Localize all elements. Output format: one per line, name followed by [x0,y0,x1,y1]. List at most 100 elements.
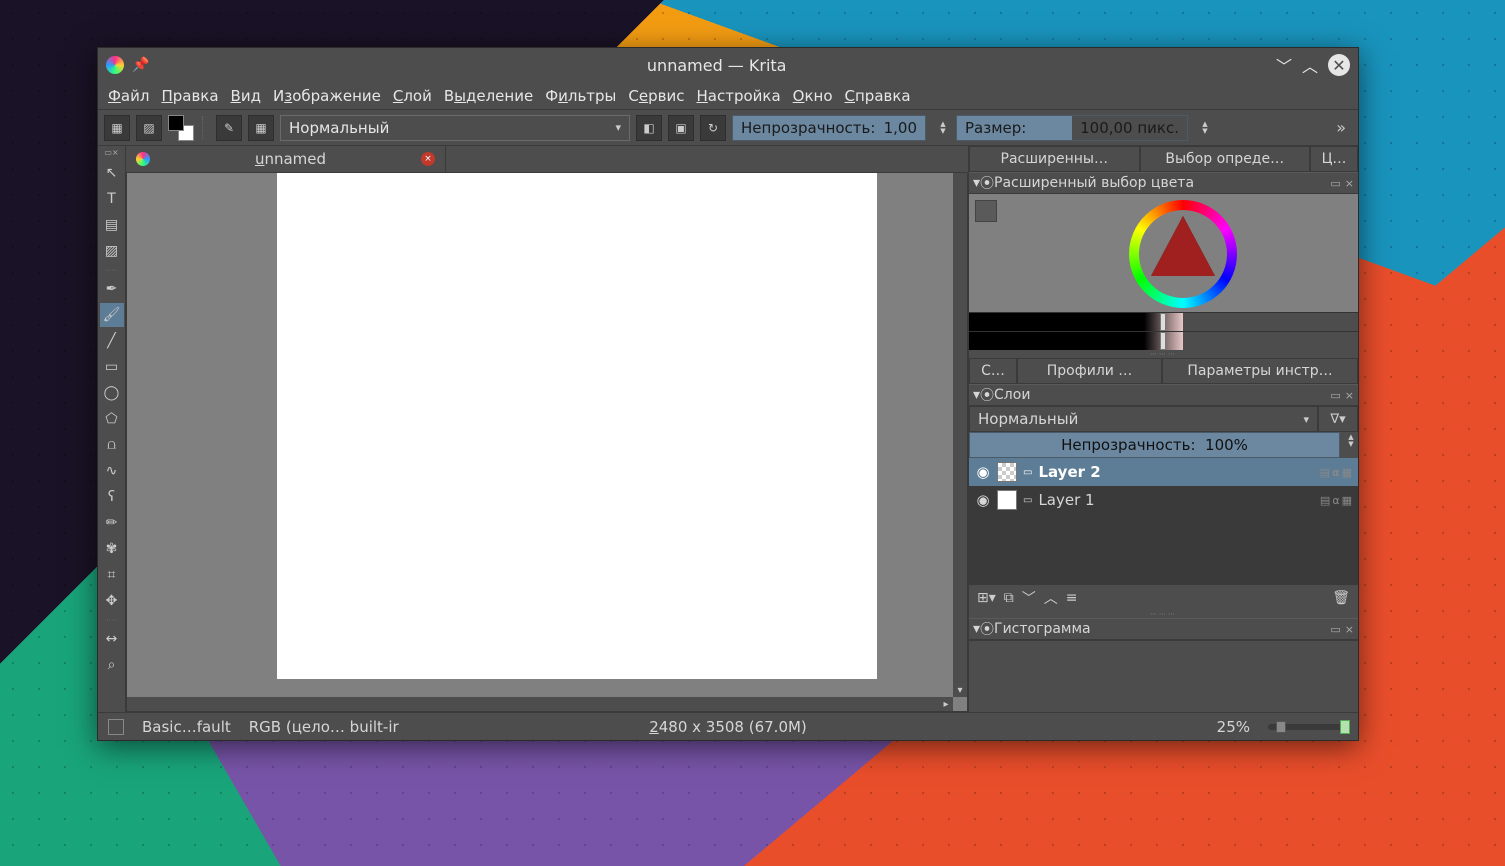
canvas-page[interactable] [277,173,877,679]
tool-gradient-edit[interactable]: ▨ [100,239,124,263]
tab-advanced[interactable]: Расширенны… [969,146,1140,172]
panel-split-handle-2[interactable]: ⋯⋯⋯ [969,610,1358,618]
maximize-button[interactable]: ︿ [1302,53,1318,77]
opacity-slider[interactable]: Непрозрачность: 1,00 [732,115,926,141]
scrollbar-horizontal[interactable]: ▸ [127,697,953,711]
reload-preset-button[interactable]: ↻ [700,115,726,141]
tab-s[interactable]: С… [969,358,1017,384]
picker-mode-button[interactable] [975,200,997,222]
layer-name[interactable]: Layer 2 [1038,463,1100,481]
tool-bezier[interactable]: ∿ [100,459,124,483]
layer-item-1[interactable]: ◉ ▭ Layer 1 ▤α▦ [969,486,1358,514]
status-brush[interactable]: Basic…fault [142,718,231,736]
panel-split-handle[interactable]: ⋯⋯⋯ [969,350,1358,358]
tool-move[interactable]: ↖ [100,161,124,185]
size-spin[interactable]: ▲▼ [1198,121,1212,135]
blend-mode-select[interactable]: Нормальный [280,115,630,141]
layer-name[interactable]: Layer 1 [1038,491,1094,509]
menu-window[interactable]: Окно [793,87,833,105]
close-dock-icon[interactable]: × [1345,623,1354,636]
gradient-button[interactable]: ▦ [104,115,130,141]
pattern-button[interactable]: ▨ [136,115,162,141]
menu-file[interactable]: Файл [108,87,149,105]
menu-settings[interactable]: Настройка [696,87,780,105]
tool-picker[interactable]: ⌕ [100,653,124,677]
color-swatch[interactable] [168,115,194,141]
tab-profiles[interactable]: Профили … [1017,358,1162,384]
tab-specific[interactable]: Выбор опреде… [1140,146,1311,172]
float-icon[interactable]: ▭ [1330,623,1340,636]
fg-color[interactable] [168,115,184,131]
tool-crop[interactable]: ⌗ [100,563,124,587]
color-bar-1[interactable] [969,312,1358,331]
opacity-spin[interactable]: ▲▼ [936,121,950,135]
toolbox-header[interactable]: ▭× [98,148,125,160]
tool-dynamic[interactable]: ✏ [100,511,124,535]
scrollbar-vertical[interactable]: ▾ [953,173,967,697]
brush-preset-button[interactable]: ✎ [216,115,242,141]
menu-view[interactable]: Вид [231,87,261,105]
menu-tools[interactable]: Сервис [628,87,684,105]
layer-item-2[interactable]: ◉ ▭ Layer 2 ▤α▦ [969,458,1358,486]
tool-measure[interactable]: ↔ [100,627,124,651]
titlebar[interactable]: 📌 unnamed — Krita ﹀ ︿ ✕ [98,48,1358,82]
size-slider[interactable]: Размер: 100,00 пикс. [956,115,1188,141]
menu-select[interactable]: Выделение [444,87,533,105]
alpha-icon[interactable]: α [1332,466,1340,479]
visibility-icon[interactable]: ◉ [975,463,991,481]
tool-brush[interactable]: 🖌 [100,303,124,327]
canvas-viewport[interactable]: ▾ ▸ [126,172,968,712]
close-dock-icon[interactable]: × [1345,177,1354,190]
tool-freehand-path[interactable]: ʕ [100,485,124,509]
zoom-slider[interactable] [1268,724,1348,730]
tool-pattern-edit[interactable]: ▤ [100,213,124,237]
duplicate-layer-button[interactable]: ⧉ [1004,590,1014,606]
menu-filters[interactable]: Фильтры [545,87,616,105]
move-down-button[interactable]: ﹀ [1022,588,1036,608]
alpha-lock-toggle[interactable]: ▣ [668,115,694,141]
close-dock-icon[interactable]: × [1345,389,1354,402]
tool-multibrush[interactable]: ✾ [100,537,124,561]
status-selection-icon[interactable] [108,719,124,735]
tab-tool-options[interactable]: Параметры инстр… [1162,358,1358,384]
layers-header[interactable]: ▾⦿ Слои ▭ × [969,384,1358,406]
histogram-header[interactable]: ▾⦿ Гистограмма ▭ × [969,618,1358,640]
status-colorspace[interactable]: RGB (цело… built-ir [249,718,399,736]
lock-icon[interactable]: ▤ [1320,466,1330,479]
float-icon[interactable]: ▭ [1330,177,1340,190]
eraser-toggle[interactable]: ◧ [636,115,662,141]
layer-opacity-spin[interactable]: ▲▼ [1344,432,1358,458]
alpha-inherit-icon[interactable]: ▦ [1342,494,1352,507]
tool-polygon[interactable]: ⬠ [100,407,124,431]
status-zoom[interactable]: 25% [1217,718,1250,736]
alpha-inherit-icon[interactable]: ▦ [1342,466,1352,479]
menu-help[interactable]: Справка [845,87,911,105]
tool-ellipse[interactable]: ◯ [100,381,124,405]
color-bar-2[interactable] [969,331,1358,350]
tool-text[interactable]: T [100,187,124,211]
tab-color[interactable]: Ц… [1310,146,1358,172]
toolbar-overflow[interactable]: » [1330,118,1352,137]
layer-opacity-slider[interactable]: Непрозрачность: 100% [969,432,1340,458]
move-up-button[interactable]: ︿ [1044,588,1058,608]
pin-icon[interactable]: 📌 [132,57,149,73]
close-button[interactable]: ✕ [1328,54,1350,76]
layer-filter-button[interactable]: ∇▾ [1318,406,1358,432]
alpha-icon[interactable]: α [1332,494,1339,507]
tool-transform[interactable]: ✥ [100,589,124,613]
add-layer-button[interactable]: ⊞▾ [977,590,996,606]
document-tab[interactable]: unnamed × [126,146,446,172]
menu-layer[interactable]: Слой [393,87,432,105]
layer-properties-button[interactable]: ≡ [1066,590,1078,606]
delete-layer-button[interactable]: 🗑 [1332,590,1350,606]
menu-edit[interactable]: Правка [161,87,218,105]
tool-rectangle[interactable]: ▭ [100,355,124,379]
close-tab-icon[interactable]: × [421,152,435,166]
minimize-button[interactable]: ﹀ [1276,53,1292,77]
lock-icon[interactable]: ▤ [1320,494,1330,507]
tool-polyline[interactable]: ⩍ [100,433,124,457]
brush-editor-button[interactable]: ▦ [248,115,274,141]
color-triangle[interactable] [1151,216,1215,276]
visibility-icon[interactable]: ◉ [975,491,991,509]
color-picker[interactable] [969,194,1358,350]
